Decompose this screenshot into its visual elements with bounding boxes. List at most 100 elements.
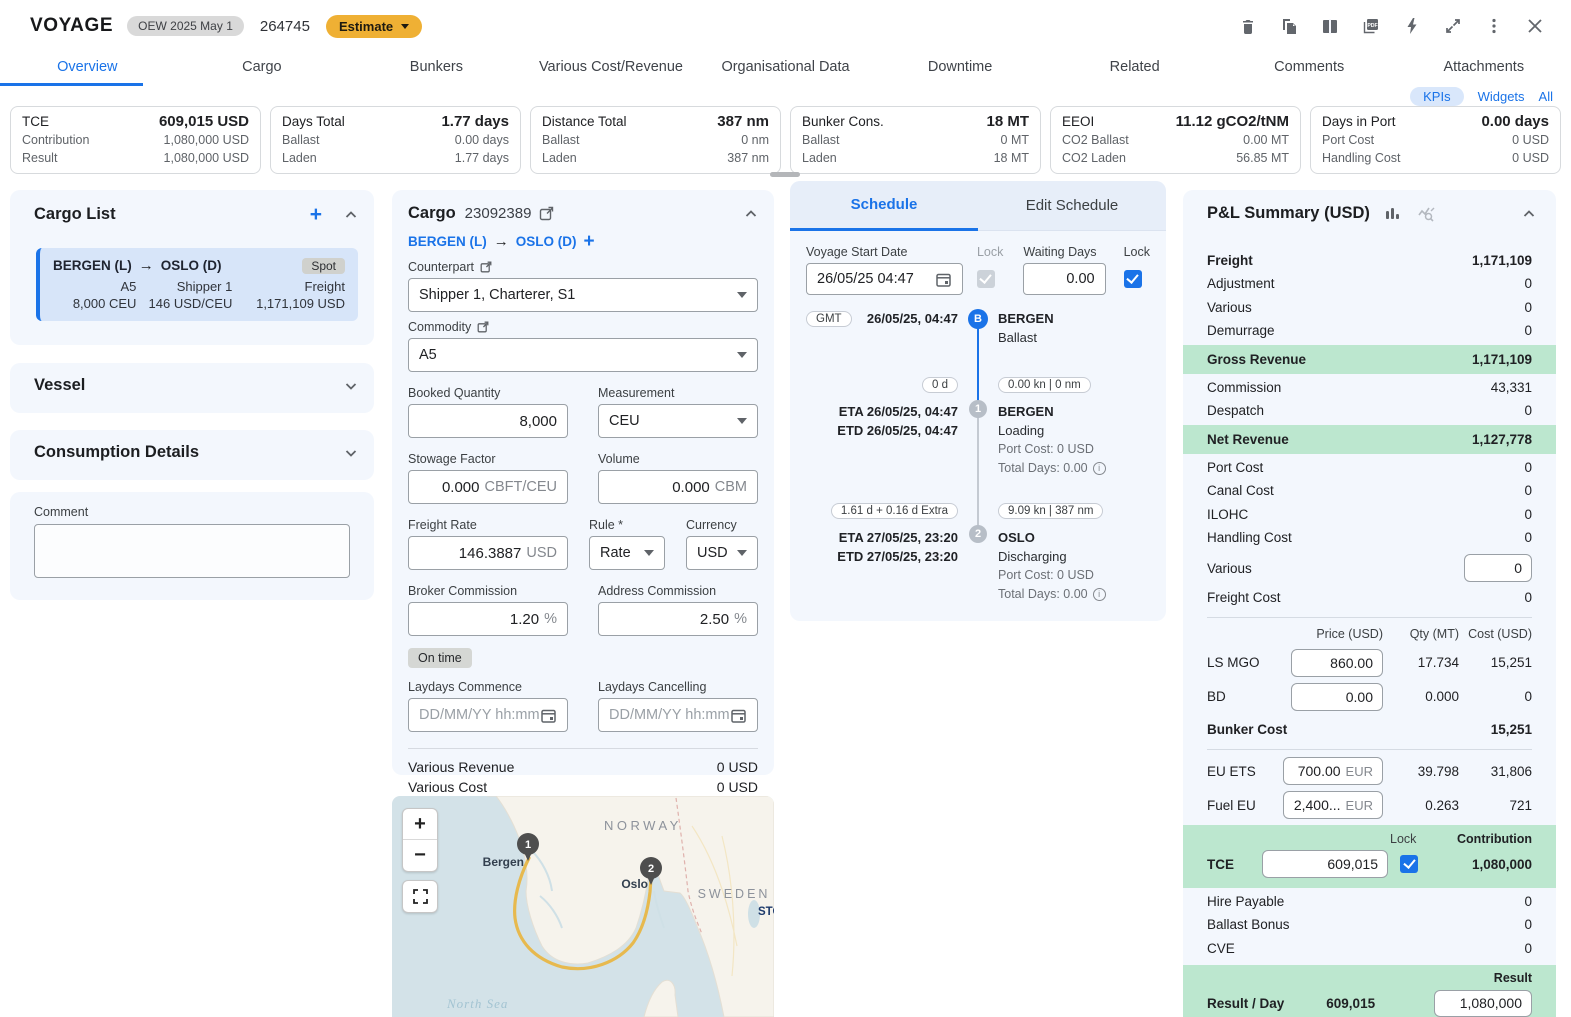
- book-transfer-icon[interactable]: [1320, 16, 1340, 36]
- kpi-view-widgets[interactable]: Widgets: [1478, 89, 1525, 104]
- fuel-eu-price-input[interactable]: 2,400...EUR: [1283, 791, 1383, 819]
- total-days: Total Days: 0.00: [998, 459, 1088, 478]
- commodity-select[interactable]: A5: [408, 338, 758, 372]
- lsmgo-price-input[interactable]: 860.00: [1291, 649, 1383, 677]
- flash-icon[interactable]: [1402, 16, 1422, 36]
- pdf-export-icon[interactable]: PDF: [1361, 16, 1381, 36]
- cargo-panel-title: Cargo: [408, 204, 456, 223]
- timeline-marker-start[interactable]: B: [968, 309, 988, 329]
- spot-badge: Spot: [302, 258, 345, 274]
- eu-ets-price-input[interactable]: 700.00EUR: [1283, 757, 1383, 785]
- calendar-icon[interactable]: [935, 271, 952, 288]
- pnl-row-freight: Freight1,171,109: [1207, 249, 1532, 273]
- calendar-icon[interactable]: [540, 707, 557, 724]
- copy-icon[interactable]: [1279, 16, 1299, 36]
- waiting-days-lock-checkbox[interactable]: [1124, 270, 1142, 288]
- more-menu-icon[interactable]: [1484, 16, 1504, 36]
- collapse-icon[interactable]: [344, 208, 358, 222]
- voyage-start-date-input[interactable]: 26/05/25 04:47: [806, 263, 963, 295]
- comment-input[interactable]: [34, 524, 350, 578]
- address-commission-input[interactable]: 2.50%: [598, 602, 758, 636]
- volume-input[interactable]: 0.000CBM: [598, 470, 758, 504]
- kpi-card-days-total: Days Total1.77 days Ballast0.00 days Lad…: [270, 106, 521, 174]
- tab-organisational-data[interactable]: Organisational Data: [698, 52, 873, 86]
- route-to-link[interactable]: OSLO (D): [516, 234, 577, 249]
- open-counterpart-icon[interactable]: [480, 261, 492, 273]
- expand-icon[interactable]: [1443, 16, 1463, 36]
- bunker-lsmgo-label: LS MGO: [1207, 655, 1273, 670]
- pnl-row-ilohc: ILOHC0: [1207, 503, 1532, 527]
- counterpart-select[interactable]: Shipper 1, Charterer, S1: [408, 278, 758, 312]
- open-cargo-icon[interactable]: [539, 206, 554, 221]
- route-map[interactable]: NORWAY SWEDEN STOC Bergen Oslo North Sea…: [392, 796, 774, 1017]
- leg-speed-badge: 0.00 kn | 0 nm: [998, 377, 1091, 393]
- bd-price-input[interactable]: 0.00: [1291, 683, 1383, 711]
- tab-bunkers[interactable]: Bunkers: [349, 52, 524, 86]
- laydays-cancelling-input[interactable]: DD/MM/YY hh:mm: [598, 698, 758, 732]
- measurement-select[interactable]: CEU: [598, 404, 758, 438]
- main-tabbar: Overview Cargo Bunkers Various Cost/Reve…: [0, 52, 1571, 86]
- estimate-button[interactable]: Estimate: [326, 15, 422, 38]
- kpi-card-distance-total: Distance Total387 nm Ballast0 nm Laden38…: [530, 106, 781, 174]
- delete-icon[interactable]: [1238, 16, 1258, 36]
- voyage-start-lock-checkbox[interactable]: [977, 270, 995, 288]
- panel-resize-handle[interactable]: [770, 172, 800, 177]
- various-cost-input[interactable]: 0: [1464, 554, 1532, 582]
- zoom-out-button[interactable]: −: [403, 840, 437, 871]
- tab-various-cost-revenue[interactable]: Various Cost/Revenue: [524, 52, 699, 86]
- kpi-cards: TCE609,015 USD Contribution1,080,000 USD…: [10, 106, 1561, 174]
- bar-chart-icon[interactable]: [1384, 205, 1401, 222]
- kpi-view-all[interactable]: All: [1539, 89, 1553, 104]
- freight-rate-input[interactable]: 146.3887USD: [408, 536, 568, 570]
- timeline-marker-2[interactable]: 2: [969, 525, 987, 543]
- tab-comments[interactable]: Comments: [1222, 52, 1397, 86]
- tce-lock-checkbox[interactable]: [1400, 855, 1418, 873]
- map-fullscreen-button[interactable]: [402, 880, 438, 913]
- open-commodity-icon[interactable]: [477, 321, 489, 333]
- add-port-button[interactable]: +: [584, 234, 595, 250]
- calendar-icon[interactable]: [730, 707, 747, 724]
- rule-select[interactable]: Rate: [589, 536, 665, 570]
- result-input[interactable]: 1,080,000: [1434, 990, 1532, 1017]
- laydays-commence-input[interactable]: DD/MM/YY hh:mm: [408, 698, 568, 732]
- cargo-list-item[interactable]: BERGEN (L) → OSLO (D) Spot A5 Shipper 1 …: [36, 248, 358, 321]
- tab-edit-schedule[interactable]: Edit Schedule: [978, 181, 1166, 230]
- kpi-view-kpis[interactable]: KPIs: [1410, 87, 1463, 106]
- broker-commission-input[interactable]: 1.20%: [408, 602, 568, 636]
- tab-schedule[interactable]: Schedule: [790, 181, 978, 231]
- stowage-factor-input[interactable]: 0.000CBFT/CEU: [408, 470, 568, 504]
- collapse-icon[interactable]: [744, 207, 758, 221]
- zoom-in-button[interactable]: +: [403, 809, 437, 840]
- info-icon[interactable]: i: [1093, 462, 1106, 475]
- cargo-list-title: Cargo List: [34, 205, 116, 224]
- pnl-row-adjustment: Adjustment0: [1207, 273, 1532, 297]
- collapse-icon[interactable]: [1522, 207, 1536, 221]
- currency-select[interactable]: USD: [686, 536, 758, 570]
- cargo-from: BERGEN (L): [53, 258, 132, 273]
- add-cargo-button[interactable]: +: [310, 207, 322, 223]
- trend-analysis-icon[interactable]: [1417, 204, 1436, 223]
- timeline-marker-1[interactable]: 1: [969, 400, 987, 418]
- eu-ets-label: EU ETS: [1207, 764, 1273, 779]
- on-time-badge: On time: [408, 648, 472, 668]
- tce-input[interactable]: 609,015: [1262, 850, 1388, 878]
- tab-overview[interactable]: Overview: [0, 52, 175, 86]
- tab-cargo[interactable]: Cargo: [175, 52, 350, 86]
- waiting-days-input[interactable]: 0.00: [1023, 263, 1105, 295]
- booked-quantity-input[interactable]: 8,000: [408, 404, 568, 438]
- vessel-title: Vessel: [34, 376, 85, 395]
- tab-attachments[interactable]: Attachments: [1397, 52, 1571, 86]
- tab-downtime[interactable]: Downtime: [873, 52, 1048, 86]
- pnl-gross-revenue: Gross Revenue1,171,109: [1183, 345, 1556, 374]
- close-icon[interactable]: [1525, 16, 1545, 36]
- expand-section-icon[interactable]: [344, 379, 358, 393]
- cargo-amount: 1,171,109 USD: [232, 296, 345, 311]
- info-icon[interactable]: i: [1093, 588, 1106, 601]
- result-per-day-label: Result / Day: [1207, 996, 1284, 1011]
- expand-section-icon[interactable]: [344, 446, 358, 460]
- map-label-norway: NORWAY: [604, 818, 682, 833]
- map-label-sweden: SWEDEN: [698, 887, 771, 901]
- currency-label: Currency: [686, 518, 758, 532]
- route-from-link[interactable]: BERGEN (L): [408, 234, 487, 249]
- tab-related[interactable]: Related: [1047, 52, 1222, 86]
